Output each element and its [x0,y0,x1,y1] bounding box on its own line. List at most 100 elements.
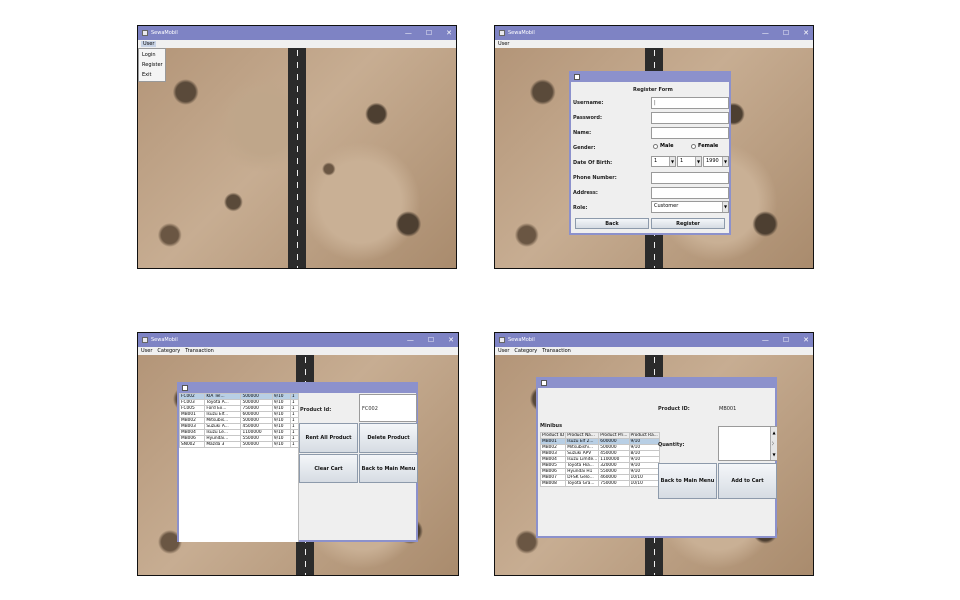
menu-category[interactable]: Category [514,348,537,354]
menu-user[interactable]: User [498,348,509,354]
table-row[interactable]: MB008 Toyota Gra... 750000 10/10 [539,480,660,487]
quantity-label: Quantity: [658,442,685,448]
maximize-icon[interactable]: ☐ [428,336,434,344]
title-bar: SewaMobil — ☐ ✕ [495,26,813,40]
register-button[interactable]: Register [651,218,725,229]
dob-label: Date Of Birth: [573,160,613,166]
internal-frame-header [571,73,729,82]
add-to-cart-button[interactable]: Add to Cart [718,463,777,499]
back-to-main-menu-button[interactable]: Back to Main Menu [359,454,418,483]
app-icon [142,30,148,36]
password-field[interactable] [651,112,729,124]
dob-month-value: 1 [680,158,684,164]
dob-month-select[interactable]: 1 ▼ [677,156,702,167]
table-cell: Mazda 3 [204,441,242,448]
menu-item-register[interactable]: Register [139,60,165,70]
frame-icon [182,385,188,391]
product-id-value: MB001 [719,406,737,412]
product-window: Minibus Product ID Product Na... Product P… [536,377,777,538]
column-header[interactable]: Product ID [539,432,567,439]
category-label: Minibus [540,423,563,429]
password-label: Password: [573,115,602,121]
product-id-field[interactable]: FC002 [359,394,417,422]
window-title: SewaMobil [508,30,535,36]
menu-bar: User [495,40,813,48]
title-bar: SewaMobil — ☐ ✕ [495,333,813,347]
radio-icon [653,143,658,149]
menu-item-exit[interactable]: Exit [139,70,165,80]
menu-bar: User Category Transaction [495,347,813,355]
column-header[interactable]: Product Ra... [628,432,660,439]
product-id-label: Product ID: [658,406,690,412]
column-header[interactable]: Product Pri... [598,432,630,439]
chevron-down-icon: ▼ [722,202,728,212]
role-select[interactable]: Customer ▼ [651,201,729,213]
menu-transaction[interactable]: Transaction [542,348,571,354]
username-field[interactable]: | [651,97,729,109]
title-bar: SewaMobil — ☐ ✕ [138,26,456,40]
dob-day-select[interactable]: 1 ▼ [651,156,676,167]
minimize-icon[interactable]: — [407,336,414,344]
screenshot-register-form: SewaMobil — ☐ ✕ User Register Form Usern… [494,25,814,269]
menu-user[interactable]: User [141,348,152,354]
address-label: Address: [573,190,598,196]
gender-female-label: Female [698,143,719,149]
form-title: Register Form [633,87,673,93]
table-cell: 750000 [598,480,630,487]
chevron-down-icon: ▼ [669,157,675,166]
minimize-icon[interactable]: — [405,29,412,37]
screenshot-login-menu: SewaMobil — ☐ ✕ User Login Register Exit [137,25,457,269]
screenshot-cart-window: SewaMobil — ☐ ✕ User Category Transactio… [137,332,459,576]
table-cell: 10/10 [628,480,660,487]
gender-male-radio[interactable]: Male [653,143,673,149]
title-bar: SewaMobil — ☐ ✕ [138,333,458,347]
table-cell: 500000 [240,441,273,448]
maximize-icon[interactable]: ☐ [426,29,432,37]
back-button[interactable]: Back [575,218,649,229]
maximize-icon[interactable]: ☐ [783,29,789,37]
window-title: SewaMobil [151,30,178,36]
menu-user[interactable]: User [498,41,509,47]
close-icon[interactable]: ✕ [803,29,809,37]
menu-bar: User [138,40,456,48]
app-icon [499,30,505,36]
window-title: SewaMobil [151,337,178,343]
product-table[interactable]: Product ID Product Na... Product Pri... Pro… [539,432,660,487]
user-dropdown-menu: Login Register Exit [138,48,166,82]
column-header[interactable]: Product Na... [565,432,600,439]
maximize-icon[interactable]: ☐ [783,336,789,344]
dob-year-select[interactable]: 1990 ▼ [703,156,729,167]
gender-male-label: Male [660,143,674,149]
phone-field[interactable] [651,172,729,184]
table-header-row: Product ID Product Na... Product Pri... Pro… [539,432,660,439]
delete-product-button[interactable]: Delete Product [359,423,418,453]
minimize-icon[interactable]: — [762,29,769,37]
name-field[interactable] [651,127,729,139]
table-cell: MB008 [539,480,567,487]
minimize-icon[interactable]: — [762,336,769,344]
role-label: Role: [573,205,588,211]
cart-table[interactable]: FC002 KIA Tel... 500000 9/10 1 FC003 Toyota A.… [178,393,300,448]
menu-transaction[interactable]: Transaction [185,348,214,354]
menu-user[interactable]: User [141,41,157,47]
gender-female-radio[interactable]: Female [691,143,718,149]
road-image [288,26,306,268]
table-row[interactable]: SN002 Mazda 3 500000 9/10 1 [178,441,300,448]
role-value: Customer [654,203,679,209]
clear-cart-button[interactable]: Clear Cart [299,454,358,483]
close-icon[interactable]: ✕ [446,29,452,37]
rent-all-product-button[interactable]: Rent All Product [299,423,358,453]
menu-category[interactable]: Category [157,348,180,354]
spinner-arrows[interactable]: ▲ 〉 ▼ [770,427,777,460]
chevron-down-icon: ▼ [722,157,728,166]
address-field[interactable] [651,187,729,199]
menu-item-login[interactable]: Login [139,50,165,60]
app-icon [142,337,148,343]
window-title: SewaMobil [508,337,535,343]
back-to-main-menu-button[interactable]: Back to Main Menu [658,463,717,499]
close-icon[interactable]: ✕ [803,336,809,344]
close-icon[interactable]: ✕ [448,336,454,344]
username-label: Username: [573,100,604,106]
quantity-spinner[interactable] [718,426,777,461]
product-id-label: Product Id: [300,407,332,413]
